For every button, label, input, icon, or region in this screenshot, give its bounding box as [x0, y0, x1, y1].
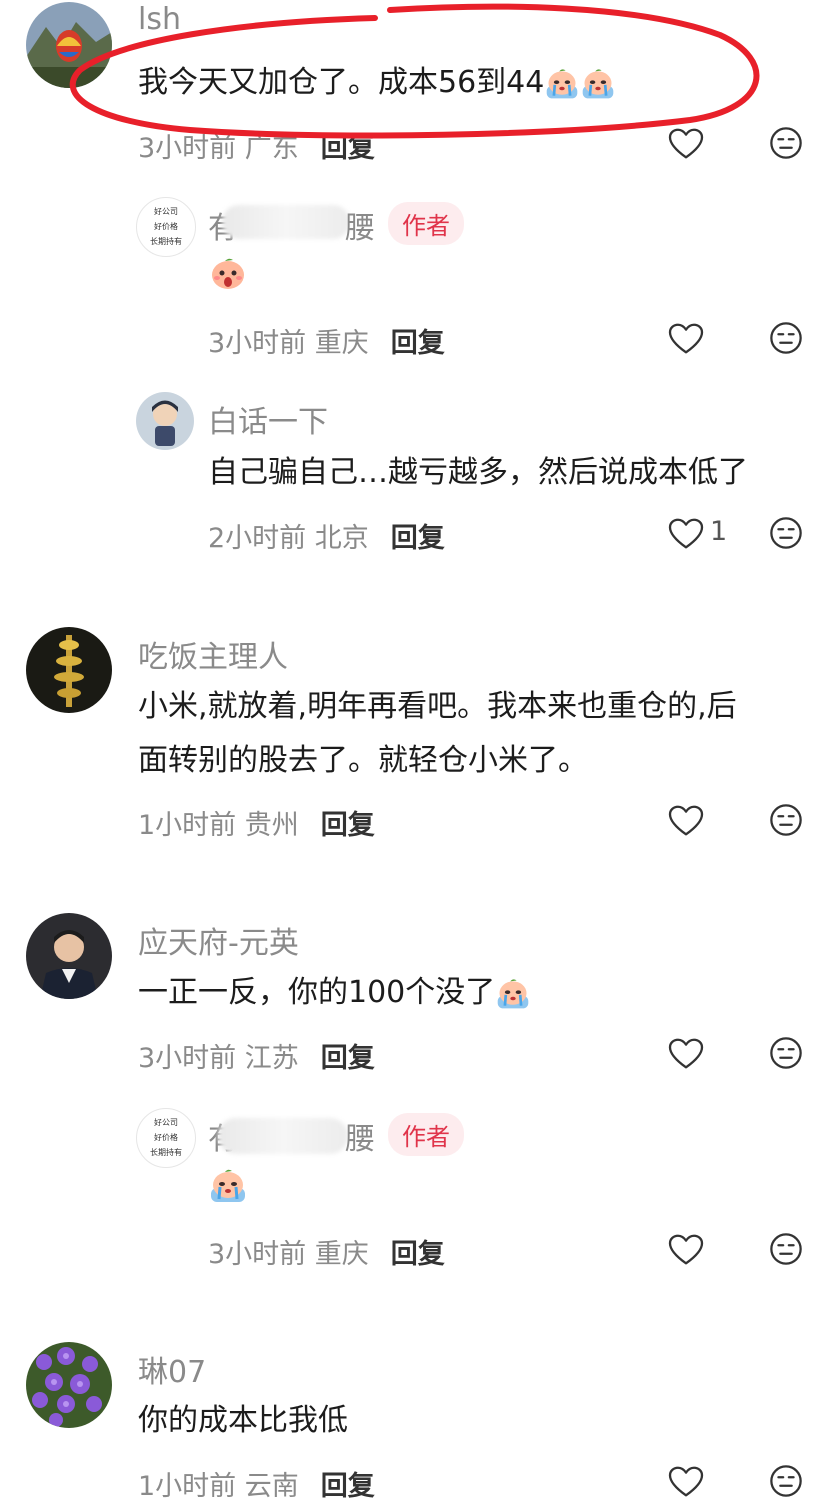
timestamp-location: 2小时前 北京 [208, 523, 369, 554]
blurred-name [222, 205, 350, 239]
reply-button[interactable]: 回复 [391, 1239, 445, 1270]
author-avatar[interactable]: 好公司 好价格 长期持有 [136, 1108, 196, 1168]
neutral-face-icon[interactable] [769, 803, 803, 837]
heart-outline-icon[interactable] [668, 805, 704, 837]
commenter-name[interactable]: lsh [138, 2, 181, 37]
comment-text-content: 一正一反，你的100个没了 [138, 975, 496, 1010]
commenter-name[interactable]: 琳07 [138, 1347, 206, 1391]
timestamp-location: 1小时前 贵州 [138, 810, 299, 841]
commenter-name[interactable]: 吃饭主理人 [138, 632, 288, 676]
reply-button[interactable]: 回复 [391, 328, 445, 359]
crying-peach-emoji [208, 1168, 248, 1204]
shocked-peach-emoji [208, 256, 248, 292]
heart-outline-icon[interactable] [668, 323, 704, 355]
crying-peach-emoji [495, 977, 531, 1011]
avatar-text-line: 好价格 [154, 1133, 178, 1142]
avatar[interactable] [136, 392, 194, 450]
avatar-text-line: 好公司 [154, 1118, 178, 1127]
avatar-text-line: 好价格 [154, 222, 178, 231]
author-badge: 作者 [388, 202, 464, 245]
commenter-name[interactable]: 应天府-元英 [138, 918, 299, 962]
heart-outline-icon[interactable] [668, 1038, 704, 1070]
comment-meta: 1小时前 贵州 回复 [138, 803, 375, 842]
heart-outline-icon[interactable] [668, 518, 704, 550]
neutral-face-icon[interactable] [769, 321, 803, 355]
timestamp-location: 3小时前 江苏 [138, 1043, 299, 1074]
comment-text-line: 小米,就放着,明年再看吧。我本来也重仓的,后 [138, 689, 737, 724]
comment-meta: 2小时前 北京 回复 [208, 516, 445, 555]
reply-button[interactable]: 回复 [321, 810, 375, 841]
comment-text: 一正一反，你的100个没了 [138, 965, 531, 1021]
avatar-text-line: 长期持有 [150, 1148, 182, 1157]
crying-peach-emoji [544, 67, 580, 101]
comment-meta: 3小时前 广东 回复 [138, 126, 375, 165]
author-name-end[interactable]: 腰 [345, 203, 375, 247]
avatar[interactable] [26, 2, 112, 88]
avatar[interactable] [26, 913, 112, 999]
author-badge: 作者 [388, 1113, 464, 1156]
comment-text: 你的成本比我低 [138, 1403, 348, 1438]
avatar[interactable] [26, 627, 112, 713]
comment-text-content: 我今天又加仓了。成本56到44 [138, 65, 545, 100]
heart-outline-icon[interactable] [668, 1234, 704, 1266]
comment-text: 自己骗自己…越亏越多，然后说成本低了 [208, 455, 748, 490]
avatar-text-line: 好公司 [154, 207, 178, 216]
comment-meta: 3小时前 重庆 回复 [208, 321, 445, 360]
crying-peach-emoji [580, 67, 616, 101]
neutral-face-icon[interactable] [769, 1036, 803, 1070]
heart-outline-icon[interactable] [668, 128, 704, 160]
reply-button[interactable]: 回复 [391, 523, 445, 554]
comment-meta: 3小时前 重庆 回复 [208, 1232, 445, 1271]
commenter-name[interactable]: 白话一下 [208, 397, 328, 441]
neutral-face-icon[interactable] [769, 516, 803, 550]
reply-button[interactable]: 回复 [321, 1043, 375, 1074]
avatar-text-line: 长期持有 [150, 237, 182, 246]
avatar[interactable] [26, 1342, 112, 1428]
timestamp-location: 3小时前 重庆 [208, 328, 369, 359]
comment-meta: 3小时前 江苏 回复 [138, 1036, 375, 1075]
reply-button[interactable]: 回复 [321, 133, 375, 164]
reply-button[interactable]: 回复 [321, 1471, 375, 1502]
neutral-face-icon[interactable] [769, 1232, 803, 1266]
timestamp-location: 3小时前 广东 [138, 133, 299, 164]
comment-meta: 1小时前 云南 回复 [138, 1464, 375, 1503]
comment-text: 我今天又加仓了。成本56到44 [138, 55, 616, 111]
comment-text-line: 面转别的股去了。就轻仓小米了。 [138, 743, 588, 778]
timestamp-location: 1小时前 云南 [138, 1471, 299, 1502]
author-avatar[interactable]: 好公司 好价格 长期持有 [136, 197, 196, 257]
heart-outline-icon[interactable] [668, 1466, 704, 1498]
neutral-face-icon[interactable] [769, 126, 803, 160]
author-name-end[interactable]: 腰 [345, 1114, 375, 1158]
timestamp-location: 3小时前 重庆 [208, 1239, 369, 1270]
like-count: 1 [710, 516, 728, 547]
blurred-name [218, 1118, 348, 1154]
